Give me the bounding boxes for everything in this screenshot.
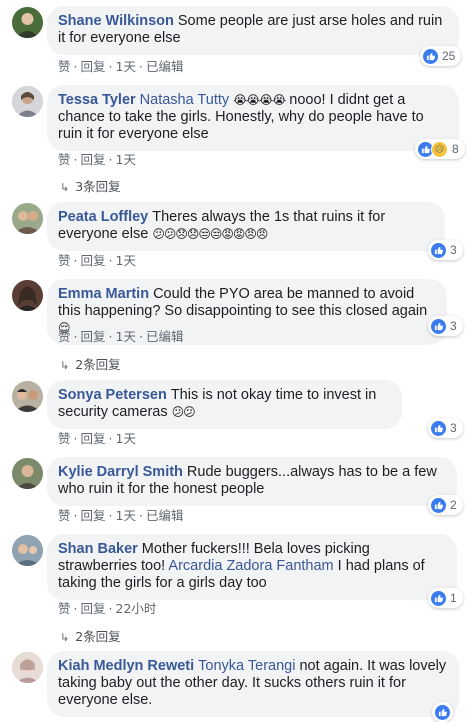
sad-reaction-icon: ☹ [431, 140, 448, 158]
reply-button[interactable]: 回复 [81, 508, 106, 523]
like-button[interactable]: 赞 [58, 152, 71, 167]
comment-actions: 赞 · 回复 · 1天 · 已编辑 [58, 508, 184, 523]
comment-actions: 赞 · 回复 · 1天 [58, 431, 136, 446]
mention-link[interactable]: Arcardia Zadora Fantham [168, 558, 333, 574]
timestamp[interactable]: 1天 [116, 329, 136, 344]
comment-actions: 赞 · 回复 · 1天 · 已编辑 [58, 329, 184, 344]
mention-link[interactable]: Natasha Tutty [140, 92, 229, 108]
like-button[interactable]: 赞 [58, 59, 71, 74]
like-reaction-icon [435, 704, 450, 720]
comment-bubble: Sonya Petersen This is not okay time to i… [47, 380, 402, 429]
view-replies-link[interactable]: ↳ 3条回复 [60, 176, 121, 195]
reply-button[interactable]: 回复 [81, 431, 106, 446]
comment-bubble: Kylie Darryl Smith Rude buggers...always … [47, 457, 457, 506]
timestamp[interactable]: 1天 [116, 59, 136, 74]
edited-label[interactable]: 已编辑 [146, 59, 184, 74]
comment-bubble: Shane Wilkinson Some people are just arse… [47, 6, 459, 55]
like-button[interactable]: 赞 [58, 431, 71, 446]
comment-author[interactable]: Sonya Petersen [58, 387, 167, 403]
reaction-count[interactable]: 3 [428, 316, 463, 336]
like-reaction-icon [431, 497, 446, 513]
comment-author[interactable]: Shane Wilkinson [58, 13, 174, 29]
mention-link[interactable]: Tonyka Terangi [198, 658, 295, 674]
avatar[interactable] [12, 203, 43, 234]
comment-author[interactable]: Kylie Darryl Smith [58, 464, 183, 480]
emoji: 😭😭😭😭 [233, 93, 286, 107]
comment-actions: 赞 · 回复 · 22小时 [58, 601, 157, 616]
timestamp[interactable]: 1天 [116, 253, 136, 268]
timestamp[interactable]: 1天 [116, 152, 136, 167]
comment-author[interactable]: Peata Loffley [58, 209, 148, 225]
timestamp[interactable]: 1天 [116, 508, 136, 523]
like-button[interactable]: 赞 [58, 601, 71, 616]
like-button[interactable]: 赞 [58, 508, 71, 523]
comment-bubble: Tessa Tyler Natasha Tutty 😭😭😭😭 nooo! I did… [47, 85, 459, 151]
reply-button[interactable]: 回复 [81, 329, 106, 344]
reply-arrow-icon: ↳ [60, 359, 70, 372]
reaction-count[interactable]: ☹ 8 [415, 139, 465, 159]
like-reaction-icon [431, 318, 446, 334]
avatar[interactable] [12, 458, 43, 489]
comment-author[interactable]: Kiah Medlyn Reweti [58, 658, 194, 674]
comment-author[interactable]: Shan Baker [58, 541, 138, 557]
comment-actions: 赞 · 回复 · 1天 [58, 152, 136, 167]
comment-bubble: Shan Baker Mother fuckers!!! Bela loves p… [47, 534, 457, 600]
view-replies-link[interactable]: ↳ 2条回复 [60, 354, 121, 373]
edited-label[interactable]: 已编辑 [146, 508, 184, 523]
comment-bubble: Peata Loffley Theres always the 1s that r… [47, 202, 445, 251]
comment-author[interactable]: Tessa Tyler [58, 92, 136, 108]
like-reaction-icon [423, 48, 438, 64]
avatar[interactable] [12, 381, 43, 412]
reply-arrow-icon: ↳ [60, 181, 70, 194]
emoji: 😕😕 [171, 405, 196, 419]
reply-button[interactable]: 回复 [81, 601, 106, 616]
comment-actions: 赞 · 回复 · 1天 · 已编辑 [58, 59, 184, 74]
avatar[interactable] [12, 535, 43, 566]
comment-author[interactable]: Emma Martin [58, 286, 149, 302]
edited-label[interactable]: 已编辑 [146, 329, 184, 344]
reaction-count[interactable]: 2 [428, 495, 463, 515]
timestamp[interactable]: 1天 [116, 431, 136, 446]
comment-bubble: Kiah Medlyn Reweti Tonyka Terangi not agai… [47, 651, 459, 717]
reply-button[interactable]: 回复 [81, 152, 106, 167]
avatar[interactable] [12, 652, 43, 683]
reply-button[interactable]: 回复 [81, 253, 106, 268]
reaction-count[interactable]: 3 [428, 418, 463, 438]
avatar[interactable] [12, 86, 43, 117]
comment-actions: 赞 · 回复 · 1天 [58, 253, 136, 268]
reaction-count[interactable]: 3 [428, 240, 463, 260]
reaction-count[interactable]: 1 [428, 588, 463, 608]
reaction-count[interactable] [432, 702, 453, 722]
like-reaction-icon [431, 590, 446, 606]
emoji: 😕😕😞😞😒😒😡😡😠😠 [152, 227, 268, 241]
reaction-count[interactable]: 25 [420, 46, 462, 66]
avatar[interactable] [12, 280, 43, 311]
view-replies-link[interactable]: ↳ 2条回复 [60, 626, 121, 645]
reply-button[interactable]: 回复 [81, 59, 106, 74]
like-reaction-icon [431, 242, 446, 258]
reply-arrow-icon: ↳ [60, 631, 70, 644]
like-reaction-icon [431, 420, 446, 436]
like-button[interactable]: 赞 [58, 329, 71, 344]
timestamp[interactable]: 22小时 [116, 601, 157, 616]
like-button[interactable]: 赞 [58, 253, 71, 268]
avatar[interactable] [12, 7, 43, 38]
